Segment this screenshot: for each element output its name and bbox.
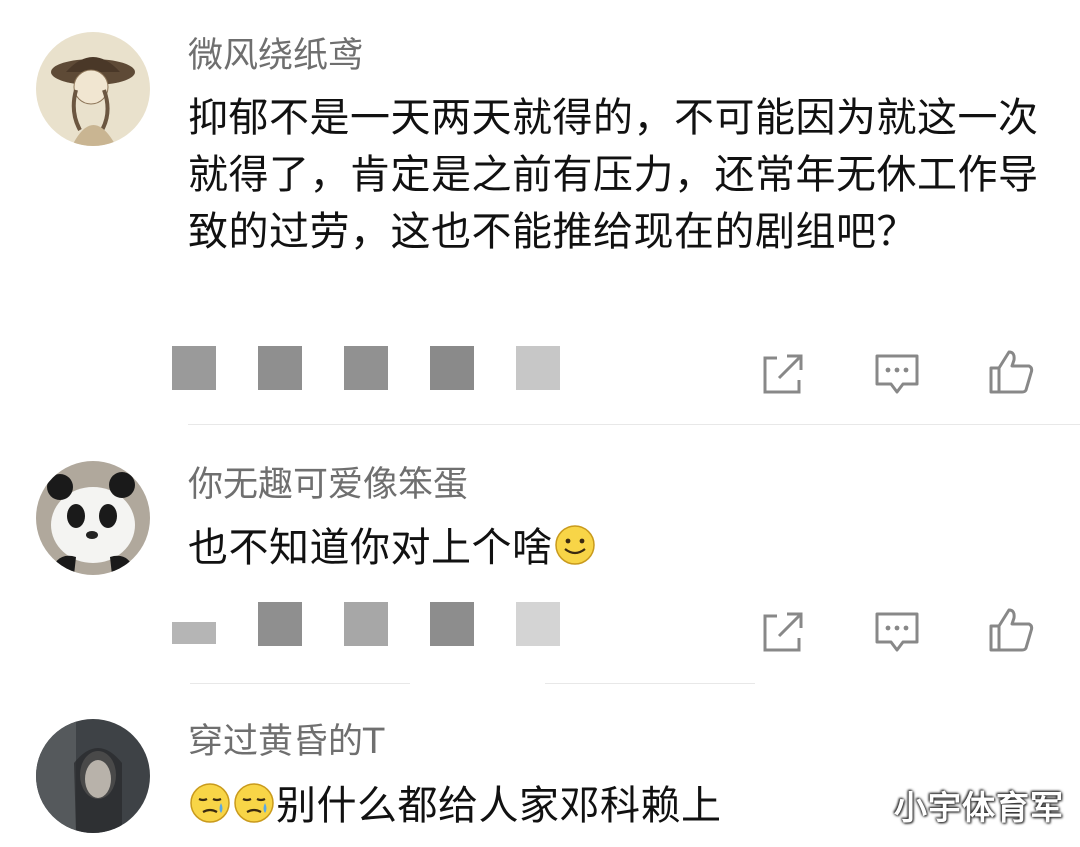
blurred-count bbox=[430, 346, 474, 390]
username[interactable]: 穿过黄昏的T bbox=[188, 720, 384, 764]
comment-text: 也不知道你对上个啥 bbox=[188, 520, 1048, 583]
blurred-count bbox=[516, 346, 560, 390]
like-icon[interactable] bbox=[985, 346, 1037, 398]
divider bbox=[190, 683, 410, 684]
blurred-count bbox=[172, 346, 216, 390]
reply-icon[interactable] bbox=[871, 348, 923, 400]
comment-text: 抑郁不是一天两天就得的，不可能因为就这一次就得了，肯定是之前有压力，还常年无休工… bbox=[188, 95, 1039, 255]
blurred-count bbox=[258, 602, 302, 646]
comment-text-content: 也不知道你对上个啥 bbox=[188, 525, 553, 571]
blurred-count bbox=[430, 602, 474, 646]
share-icon[interactable] bbox=[757, 348, 809, 400]
avatar-panda-icon bbox=[36, 461, 150, 575]
blurred-count bbox=[344, 346, 388, 390]
blurred-count bbox=[344, 602, 388, 646]
username[interactable]: 微风绕纸鸢 bbox=[188, 34, 363, 78]
avatar-girl-hat-sketch-icon bbox=[36, 32, 150, 146]
avatar[interactable] bbox=[36, 32, 150, 146]
blurred-count bbox=[172, 622, 216, 644]
divider bbox=[545, 683, 755, 684]
avatar-dark-portrait-icon bbox=[36, 719, 150, 833]
avatar[interactable] bbox=[36, 461, 150, 575]
comment-text-content: 别什么都给人家邓科赖上 bbox=[276, 783, 722, 829]
like-icon[interactable] bbox=[985, 604, 1037, 656]
blurred-count bbox=[516, 602, 560, 646]
sad-emoji-icon bbox=[232, 781, 276, 841]
smile-emoji-icon bbox=[553, 523, 597, 583]
username[interactable]: 你无趣可爱像笨蛋 bbox=[188, 463, 468, 507]
blurred-count bbox=[258, 346, 302, 390]
divider bbox=[188, 424, 1080, 425]
avatar[interactable] bbox=[36, 719, 150, 833]
reply-icon[interactable] bbox=[871, 606, 923, 658]
share-icon[interactable] bbox=[757, 606, 809, 658]
sad-emoji-icon bbox=[188, 781, 232, 841]
watermark: 小宇体育军 bbox=[894, 788, 1064, 827]
